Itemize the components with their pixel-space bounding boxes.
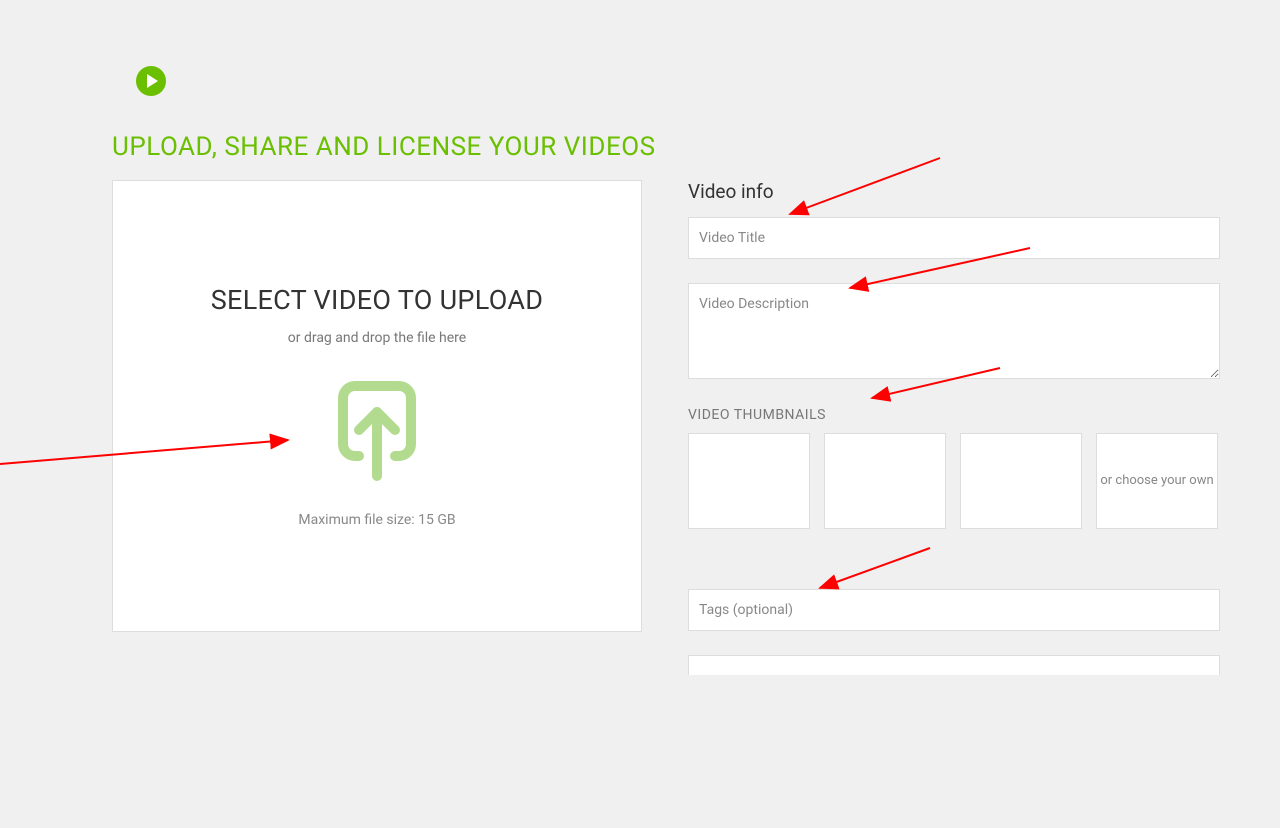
thumbnail-choose-own[interactable]: or choose your own bbox=[1096, 433, 1218, 529]
thumbnails-label: VIDEO THUMBNAILS bbox=[688, 407, 1220, 423]
tags-input[interactable] bbox=[688, 589, 1220, 631]
dropzone-subtitle: or drag and drop the file here bbox=[288, 330, 466, 346]
upload-arrow-icon bbox=[329, 376, 425, 490]
thumbnail-slot[interactable] bbox=[824, 433, 946, 529]
video-info-heading: Video info bbox=[688, 180, 1220, 203]
thumbnail-slot[interactable] bbox=[960, 433, 1082, 529]
dropzone-max: Maximum file size: 15 GB bbox=[298, 512, 455, 528]
video-title-input[interactable] bbox=[688, 217, 1220, 259]
video-description-input[interactable] bbox=[688, 283, 1220, 379]
thumbnails-row: or choose your own bbox=[688, 433, 1220, 529]
dropzone-title: SELECT VIDEO TO UPLOAD bbox=[211, 284, 544, 316]
play-icon bbox=[136, 66, 166, 96]
thumbnail-slot[interactable] bbox=[688, 433, 810, 529]
upload-dropzone[interactable]: SELECT VIDEO TO UPLOAD or drag and drop … bbox=[112, 180, 642, 632]
page-title: UPLOAD, SHARE AND LICENSE YOUR VIDEOS bbox=[112, 132, 1220, 162]
next-field-partial[interactable] bbox=[688, 655, 1220, 675]
